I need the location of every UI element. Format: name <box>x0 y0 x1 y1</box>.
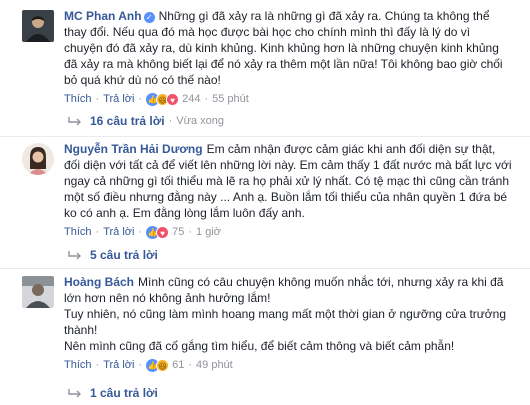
reactions[interactable]: 👍 ♥ 75 <box>146 225 184 239</box>
reply-button[interactable]: Trả lời <box>103 92 134 106</box>
separator-dot: · <box>95 226 100 238</box>
separator-dot: · <box>95 359 100 371</box>
comment-text: Nguyễn Trần Hải Dương Em cảm nhận được cả… <box>64 141 512 221</box>
separator-dot: · <box>188 359 193 371</box>
separator-dot: · <box>138 93 143 105</box>
view-replies[interactable]: 16 câu trả lời · Vừa xong <box>64 114 224 128</box>
replies-count-link[interactable]: 16 câu trả lời <box>90 114 165 128</box>
comment-actions: Thích · Trả lời · 👍 ♥ 75 · 1 giờ <box>64 225 512 239</box>
comment-actions: Thích · Trả lời · 👍 😆 ♥ 244 · 55 phút <box>64 92 512 106</box>
comment-text: Hoàng Bách Mình cũng có câu chuyện không … <box>64 274 512 306</box>
comment-text: MC Phan Anh ✓ Những gì đã xảy ra là những … <box>64 8 512 88</box>
comment-author[interactable]: MC Phan Anh <box>64 9 142 23</box>
view-replies[interactable]: 5 câu trả lời <box>64 248 158 262</box>
avatar[interactable] <box>22 143 54 175</box>
reaction-count: 61 <box>172 359 185 371</box>
separator-dot: · <box>95 93 100 105</box>
avatar-image <box>22 10 54 42</box>
avatar-image <box>22 276 54 308</box>
replies-time: Vừa xong <box>176 115 224 127</box>
separator-dot: · <box>188 226 193 238</box>
love-reaction-icon: ♥ <box>166 92 180 106</box>
view-replies[interactable]: 1 câu trả lời <box>64 386 158 400</box>
reply-button[interactable]: Trả lời <box>103 225 134 239</box>
verified-badge-icon: ✓ <box>143 12 155 23</box>
comment-time[interactable]: 49 phút <box>196 358 233 372</box>
divider <box>0 268 530 269</box>
divider <box>0 136 530 137</box>
reply-arrow-icon <box>68 389 81 398</box>
comment-feed: MC Phan Anh ✓ Những gì đã xảy ra là những … <box>0 0 530 405</box>
comment-time[interactable]: 1 giờ <box>196 225 221 239</box>
like-button[interactable]: Thích <box>64 225 92 239</box>
reaction-count: 75 <box>172 226 185 238</box>
reply-arrow-icon <box>68 251 81 260</box>
like-button[interactable]: Thích <box>64 358 92 372</box>
reactions[interactable]: 👍 😆 ♥ 244 <box>146 92 200 106</box>
avatar[interactable] <box>22 276 54 308</box>
haha-reaction-icon: 😆 <box>156 358 170 372</box>
love-reaction-icon: ♥ <box>156 225 170 239</box>
avatar-image <box>22 143 54 175</box>
separator-dot: · <box>138 226 143 238</box>
comment-author[interactable]: Hoàng Bách <box>64 275 134 289</box>
comment-actions: Thích · Trả lời · 👍 😆 61 · 49 phút <box>64 358 512 372</box>
avatar[interactable] <box>22 10 54 42</box>
comment-text-line: Tuy nhiên, nó cũng làm mình hoang mang m… <box>64 307 507 337</box>
reply-arrow-icon <box>68 117 81 126</box>
comment-author[interactable]: Nguyễn Trần Hải Dương <box>64 142 203 156</box>
separator-dot: · <box>168 115 173 127</box>
like-button[interactable]: Thích <box>64 92 92 106</box>
comment-text-line: Nên mình cũng đã cố gắng tìm hiểu, để bi… <box>64 339 455 353</box>
replies-count-link[interactable]: 1 câu trả lời <box>90 386 158 400</box>
reply-button[interactable]: Trả lời <box>103 358 134 372</box>
replies-count-link[interactable]: 5 câu trả lời <box>90 248 158 262</box>
separator-dot: · <box>204 93 209 105</box>
separator-dot: · <box>138 359 143 371</box>
reactions[interactable]: 👍 😆 61 <box>146 358 184 372</box>
comment-time[interactable]: 55 phút <box>212 92 249 106</box>
reaction-count: 244 <box>182 93 201 105</box>
